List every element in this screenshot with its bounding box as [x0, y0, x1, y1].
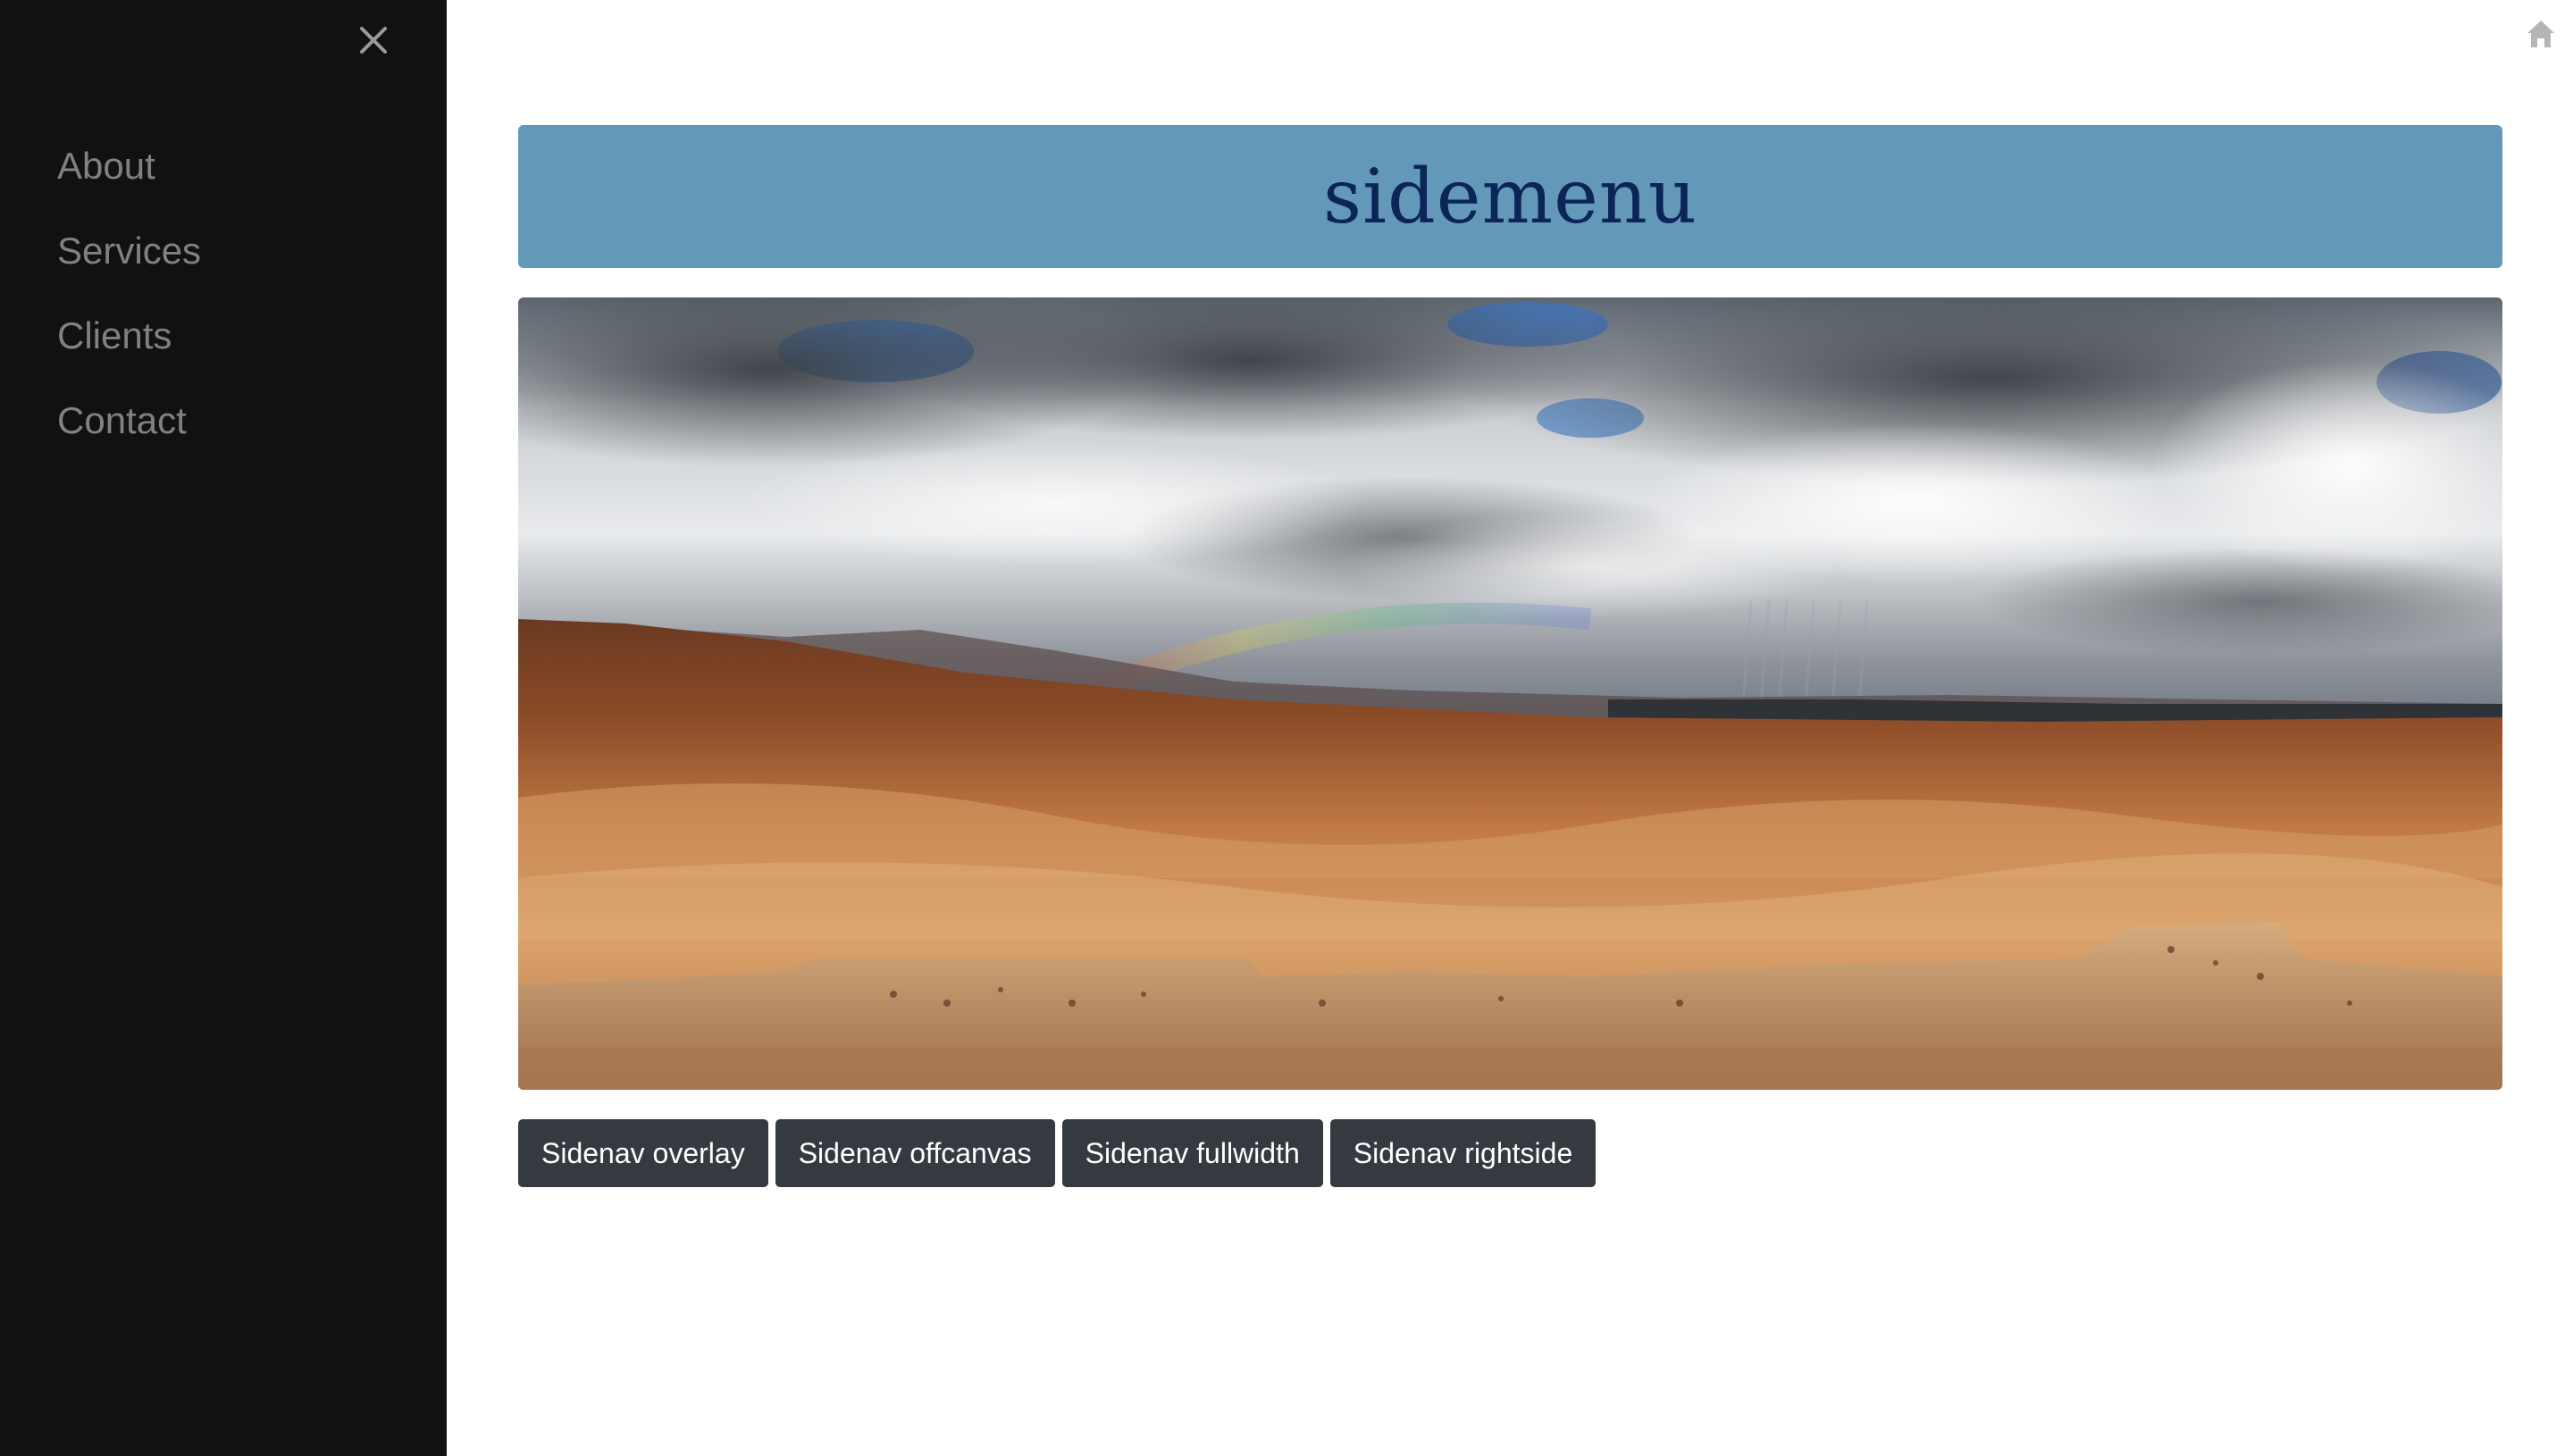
- sidenav-item-contact[interactable]: Contact: [57, 378, 201, 463]
- sidenav-item-about[interactable]: About: [57, 123, 201, 208]
- sidenav-item-services[interactable]: Services: [57, 208, 201, 293]
- hero-image: [518, 297, 2502, 1090]
- button-row: Sidenav overlay Sidenav offcanvas Sidena…: [518, 1119, 2502, 1187]
- sidenav-overlay-button[interactable]: Sidenav overlay: [518, 1119, 768, 1187]
- close-icon[interactable]: [351, 18, 396, 63]
- sidenav-fullwidth-button[interactable]: Sidenav fullwidth: [1061, 1119, 1323, 1187]
- sidenav-item-clients[interactable]: Clients: [57, 293, 201, 378]
- sidenav-offcanvas-button[interactable]: Sidenav offcanvas: [775, 1119, 1055, 1187]
- sidenav: About Services Clients Contact: [0, 0, 447, 1456]
- main-content: sidemenu Sidenav overlay Sidenav offcanv…: [518, 125, 2502, 1187]
- header-banner: sidemenu: [518, 125, 2502, 268]
- sidenav-menu: About Services Clients Contact: [57, 123, 201, 463]
- page-title: sidemenu: [1322, 153, 1698, 240]
- home-icon[interactable]: [2525, 18, 2557, 50]
- sidenav-rightside-button[interactable]: Sidenav rightside: [1329, 1119, 1597, 1187]
